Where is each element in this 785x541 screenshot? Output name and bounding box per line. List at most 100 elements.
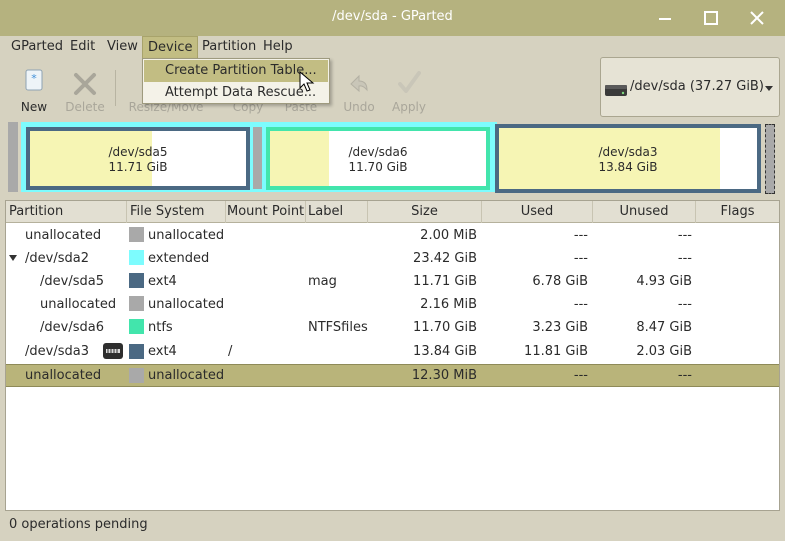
cell-used: --- — [573, 251, 588, 266]
cell-mount: / — [228, 344, 233, 359]
cell-used: --- — [573, 297, 588, 312]
expander-down-icon[interactable] — [8, 254, 18, 262]
cell-partition: unallocated — [25, 228, 102, 243]
cell-used: --- — [573, 228, 588, 243]
diskmap-sda5-name: /dev/sda5 — [108, 145, 168, 159]
table-row[interactable]: /dev/sda3 ext4 / 13.84 GiB 11.81 GiB 2.0… — [6, 339, 779, 364]
cell-unused: --- — [677, 228, 692, 243]
column-partition[interactable]: Partition — [6, 201, 127, 223]
menu-help[interactable]: Help — [258, 36, 298, 58]
table-row[interactable]: unallocated unallocated 2.00 MiB --- --- — [6, 224, 779, 247]
menu-bar: GParted Edit View Device Partition Help — [0, 36, 785, 58]
harddisk-icon — [605, 85, 627, 96]
maximize-icon[interactable] — [701, 8, 721, 28]
new-button[interactable]: * New — [8, 64, 60, 114]
diskmap-unallocated-mid[interactable] — [253, 127, 262, 189]
disk-map: /dev/sda5 11.71 GiB /dev/sda6 11.70 GiB /d… — [8, 122, 778, 196]
cell-label: mag — [308, 274, 337, 289]
cell-label: NTFSfiles — [308, 320, 368, 335]
delete-button[interactable]: Delete — [59, 64, 111, 114]
diskmap-sda6-size: 11.70 GiB — [348, 160, 408, 174]
cell-partition: unallocated — [25, 368, 102, 383]
column-flags[interactable]: Flags — [696, 201, 779, 223]
column-size[interactable]: Size — [368, 201, 482, 223]
cell-unused: 2.03 GiB — [636, 344, 692, 359]
fs-color-swatch — [129, 227, 144, 242]
mouse-cursor-icon — [299, 70, 315, 92]
cell-size: 12.30 MiB — [411, 368, 477, 383]
cell-partition: unallocated — [40, 297, 117, 312]
fs-color-swatch — [129, 250, 144, 265]
menu-view[interactable]: View — [102, 36, 143, 58]
device-selector[interactable]: /dev/sda (37.27 GiB) — [600, 57, 780, 117]
column-mount-point[interactable]: Mount Point — [226, 201, 306, 223]
apply-icon — [398, 71, 421, 93]
table-row[interactable]: /dev/sda6 ntfs NTFSfiles 11.70 GiB 3.23 … — [6, 316, 779, 339]
cell-filesystem: unallocated — [148, 297, 225, 312]
table-row[interactable]: unallocated unallocated 2.16 MiB --- --- — [6, 293, 779, 316]
apply-button[interactable]: Apply — [383, 64, 435, 114]
cell-filesystem: extended — [148, 251, 210, 266]
lock-mounted-icon — [103, 343, 123, 359]
table-header: Partition File System Mount Point Label … — [6, 201, 779, 223]
cell-used: 3.23 GiB — [532, 320, 588, 335]
fs-color-swatch — [129, 319, 144, 334]
fs-color-swatch — [129, 273, 144, 288]
cell-used: 11.81 GiB — [524, 344, 588, 359]
diskmap-partition-sda6[interactable]: /dev/sda6 11.70 GiB — [266, 127, 490, 190]
cell-partition: /dev/sda6 — [40, 320, 104, 335]
diskmap-sda6-name: /dev/sda6 — [348, 145, 408, 159]
undo-button[interactable]: Undo — [333, 64, 385, 114]
close-icon[interactable] — [747, 8, 767, 28]
column-used[interactable]: Used — [482, 201, 593, 223]
cell-unused: --- — [677, 368, 692, 383]
cell-partition: /dev/sda3 — [25, 344, 89, 359]
table-row-selected[interactable]: unallocated unallocated 12.30 MiB --- --… — [6, 364, 779, 387]
menu-edit[interactable]: Edit — [65, 36, 100, 58]
device-selector-label: /dev/sda (37.27 GiB) — [630, 79, 764, 94]
minimize-icon[interactable] — [655, 8, 675, 28]
cell-unused: 8.47 GiB — [636, 320, 692, 335]
cell-filesystem: ext4 — [148, 344, 177, 359]
cell-partition: /dev/sda5 — [40, 274, 104, 289]
cell-used: --- — [573, 368, 588, 383]
column-unused[interactable]: Unused — [593, 201, 696, 223]
column-label[interactable]: Label — [306, 201, 368, 223]
menu-partition[interactable]: Partition — [197, 36, 261, 58]
fs-color-swatch — [129, 368, 144, 383]
cell-unused: --- — [677, 251, 692, 266]
fs-color-swatch — [129, 344, 144, 359]
title-bar: /dev/sda - GParted — [0, 0, 785, 36]
diskmap-partition-sda5[interactable]: /dev/sda5 11.71 GiB — [26, 127, 250, 190]
cell-size: 11.70 GiB — [413, 320, 477, 335]
diskmap-sda3-size: 13.84 GiB — [598, 160, 658, 174]
device-menu-dropdown: Create Partition Table... Attempt Data R… — [142, 58, 330, 104]
diskmap-partition-sda3[interactable]: /dev/sda3 13.84 GiB — [495, 124, 761, 193]
cell-size: 13.84 GiB — [413, 344, 477, 359]
cell-unused: 4.93 GiB — [636, 274, 692, 289]
status-text: 0 operations pending — [9, 517, 148, 532]
column-file-system[interactable]: File System — [127, 201, 226, 223]
table-row[interactable]: /dev/sda5 ext4 mag 11.71 GiB 6.78 GiB 4.… — [6, 270, 779, 293]
cell-size: 11.71 GiB — [413, 274, 477, 289]
cell-size: 2.00 MiB — [420, 228, 477, 243]
menu-gparted[interactable]: GParted — [6, 36, 68, 58]
diskmap-unallocated-end[interactable] — [765, 124, 775, 194]
svg-text:*: * — [31, 72, 37, 85]
toolbar-separator — [115, 70, 116, 106]
chevron-down-icon — [765, 86, 773, 91]
cell-unused: --- — [677, 297, 692, 312]
cell-partition: /dev/sda2 — [25, 251, 89, 266]
cell-filesystem: ext4 — [148, 274, 177, 289]
diskmap-sda3-name: /dev/sda3 — [598, 145, 658, 159]
partition-table: Partition File System Mount Point Label … — [5, 200, 780, 511]
cell-filesystem: ntfs — [148, 320, 173, 335]
undo-icon — [350, 74, 368, 93]
menu-device[interactable]: Device — [142, 36, 199, 58]
cell-filesystem: unallocated — [148, 368, 225, 383]
diskmap-sda5-size: 11.71 GiB — [108, 160, 168, 174]
cell-filesystem: unallocated — [148, 228, 225, 243]
table-row[interactable]: /dev/sda2 extended 23.42 GiB --- --- — [6, 247, 779, 270]
status-bar: 0 operations pending — [0, 513, 785, 541]
diskmap-unallocated-start[interactable] — [8, 122, 18, 192]
